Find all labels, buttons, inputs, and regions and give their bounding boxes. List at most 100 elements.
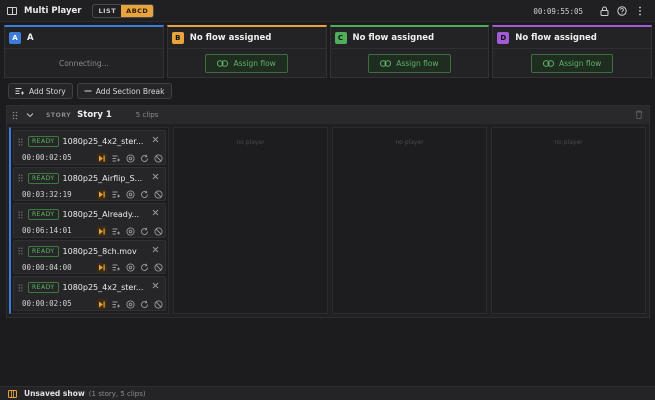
help-icon[interactable] xyxy=(615,4,629,18)
play-next-icon[interactable] xyxy=(97,262,107,273)
play-next-icon[interactable] xyxy=(97,299,107,310)
clip-name: 1080p25_8ch.mov xyxy=(62,246,137,256)
assign-flow-label: Assign flow xyxy=(396,58,439,68)
clip-name: 1080p25_4x2_ster... xyxy=(62,137,144,146)
drag-handle-icon[interactable] xyxy=(18,211,23,219)
lane-d: no player xyxy=(491,127,646,314)
section-break-icon xyxy=(84,90,92,92)
clip-duration: 00:00:02:05 xyxy=(22,153,72,162)
channel-c-assign-flow-button[interactable]: Assign flow xyxy=(368,53,451,73)
lane-b-no-player: no player xyxy=(236,139,265,146)
top-bar: Multi Player LIST ABCD 00:09:55:05 xyxy=(0,0,655,22)
clip-header: READY 1080p25_8ch.mov xyxy=(18,245,137,257)
add-to-list-icon[interactable] xyxy=(111,263,121,273)
add-to-list-icon[interactable] xyxy=(111,226,121,236)
channel-d-assign-flow-button[interactable]: Assign flow xyxy=(530,53,614,73)
channel-headers: A A Connecting... B No flow assigned Ass… xyxy=(4,25,652,78)
clip-tools xyxy=(97,226,163,237)
loop-icon[interactable] xyxy=(139,190,149,200)
clip-duration: 00:00:04:00 xyxy=(22,262,72,272)
channel-a: A A Connecting... xyxy=(4,25,164,78)
play-next-icon[interactable] xyxy=(97,153,107,163)
story-tag: STORY xyxy=(46,111,72,119)
add-story-icon xyxy=(15,88,24,95)
clip-item[interactable]: READY 1080p25_8ch.mov 00:00:04:00 xyxy=(13,239,166,275)
kebab-menu-icon[interactable] xyxy=(633,4,647,18)
add-story-button[interactable]: Add Story xyxy=(8,83,73,99)
disable-icon[interactable] xyxy=(153,226,163,236)
settings-icon[interactable] xyxy=(125,263,135,273)
play-next-icon[interactable] xyxy=(97,226,107,237)
close-icon[interactable] xyxy=(152,209,159,216)
settings-icon[interactable] xyxy=(125,299,135,309)
channel-a-body: Connecting... xyxy=(5,49,163,77)
clip-duration: 00:00:02:05 xyxy=(22,299,72,309)
close-icon[interactable] xyxy=(152,173,159,180)
link-icon xyxy=(217,59,229,67)
disable-icon[interactable] xyxy=(153,153,163,163)
close-icon[interactable] xyxy=(152,246,159,253)
add-to-list-icon[interactable] xyxy=(111,153,121,163)
channel-a-letter: A xyxy=(9,31,21,44)
story-name[interactable]: Story 1 xyxy=(77,110,112,120)
close-icon[interactable] xyxy=(152,282,159,289)
settings-icon[interactable] xyxy=(125,190,135,200)
lock-icon[interactable] xyxy=(597,4,611,18)
channel-d-header: D No flow assigned xyxy=(493,27,651,49)
ready-badge: READY xyxy=(28,136,59,147)
settings-icon[interactable] xyxy=(125,153,135,163)
status-bar: Unsaved show (1 story, 5 clips) xyxy=(0,386,655,400)
clip-duration: 00:06:14:01 xyxy=(22,226,72,236)
clip-item[interactable]: READY 1080p25_Already... 00:06:14:01 xyxy=(13,203,166,238)
drag-handle-icon[interactable] xyxy=(12,111,18,120)
loop-icon[interactable] xyxy=(139,263,149,273)
drag-handle-icon[interactable] xyxy=(18,247,23,255)
channel-c: C No flow assigned Assign flow xyxy=(329,25,490,78)
settings-icon[interactable] xyxy=(125,226,135,236)
add-section-break-label: Add Section Break xyxy=(95,86,165,96)
view-list-button[interactable]: LIST xyxy=(93,5,121,17)
lane-c-no-player: no player xyxy=(395,139,424,146)
trash-icon[interactable] xyxy=(635,110,643,119)
loop-icon[interactable] xyxy=(139,299,149,309)
view-abcd-button[interactable]: ABCD xyxy=(121,4,154,17)
clip-item[interactable]: READY 1080p25_4x2_ster... 00:00:02:05 xyxy=(13,130,166,165)
clip-item[interactable]: READY 1080p25_Airflip_S... 00:03:32:19 xyxy=(13,166,166,202)
lane-b: no player xyxy=(173,127,328,314)
top-right-controls: 00:09:55:05 xyxy=(533,0,647,22)
channel-d: D No flow assigned Assign flow xyxy=(492,25,652,78)
disable-icon[interactable] xyxy=(153,263,163,273)
drag-handle-icon[interactable] xyxy=(18,284,23,292)
disable-icon[interactable] xyxy=(153,299,163,309)
add-to-list-icon[interactable] xyxy=(111,299,121,309)
clip-tools xyxy=(97,262,163,273)
assign-flow-label: Assign flow xyxy=(558,58,602,68)
channel-d-name: No flow assigned xyxy=(515,32,597,43)
disable-icon[interactable] xyxy=(153,190,163,200)
channel-d-letter: D xyxy=(497,31,510,44)
drag-handle-icon[interactable] xyxy=(18,174,23,182)
channel-a-name: A xyxy=(27,32,34,43)
channel-b-assign-flow-button[interactable]: Assign flow xyxy=(205,53,288,73)
loop-icon[interactable] xyxy=(139,153,149,163)
loop-icon[interactable] xyxy=(139,226,149,236)
story-clip-count: 5 clips xyxy=(135,111,159,119)
clip-duration: 00:03:32:19 xyxy=(22,189,72,199)
clip-name: 1080p25_Already... xyxy=(62,210,140,220)
add-to-list-icon[interactable] xyxy=(111,190,121,200)
close-icon[interactable] xyxy=(152,136,159,143)
channel-d-body: Assign flow xyxy=(493,49,651,77)
play-next-icon[interactable] xyxy=(97,189,107,200)
channel-b-letter: B xyxy=(171,31,184,44)
lane-d-no-player: no player xyxy=(554,139,583,146)
link-icon xyxy=(542,59,554,67)
clip-header: READY 1080p25_Already... xyxy=(18,209,140,221)
add-section-break-button[interactable]: Add Section Break xyxy=(76,83,172,99)
channel-b: B No flow assigned Assign flow xyxy=(166,25,327,78)
drag-handle-icon[interactable] xyxy=(18,138,23,146)
channel-a-header: A A xyxy=(5,27,163,49)
clip-item[interactable]: READY 1080p25_4x2_ster... 00:00:02:05 xyxy=(13,276,166,311)
chevron-down-icon[interactable] xyxy=(26,112,34,118)
clip-tools xyxy=(97,189,163,200)
clip-tools xyxy=(97,299,163,310)
